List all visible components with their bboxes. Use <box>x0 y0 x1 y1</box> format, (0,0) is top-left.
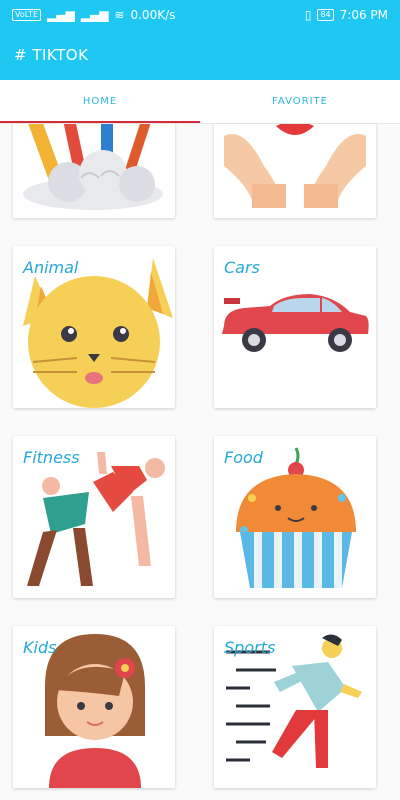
weather-rainbow-cloud-icon <box>20 124 163 210</box>
app-title: # TIKTOK <box>14 46 89 64</box>
tab-bar: HOME FAVORITE <box>0 80 400 124</box>
category-label-animal: Animal <box>23 258 79 277</box>
wifi-icon: ≋ <box>114 8 125 22</box>
tab-home[interactable]: HOME <box>0 80 200 123</box>
category-card-cars[interactable]: Cars <box>214 246 376 408</box>
category-label-food: Food <box>224 448 263 467</box>
signal-icon: ▂▄▆ <box>47 8 75 22</box>
battery-icon: 84 <box>317 9 334 21</box>
category-label-kids: Kids <box>23 638 57 657</box>
category-card-kids[interactable]: Kids <box>13 626 175 788</box>
clock: 7:06 PM <box>339 8 388 22</box>
category-card-fitness[interactable]: Fitness <box>13 436 175 598</box>
category-card-animal[interactable]: Animal <box>13 246 175 408</box>
category-card-sports[interactable]: Sports <box>214 626 376 788</box>
category-card-love[interactable] <box>214 124 376 218</box>
category-label-cars: Cars <box>224 258 260 277</box>
category-card-weather[interactable] <box>13 124 175 218</box>
category-grid: Animal Cars Fitness Food Kids Sports <box>0 124 400 800</box>
volte-badge: VoLTE <box>12 9 42 21</box>
tab-favorite[interactable]: FAVORITE <box>200 80 400 123</box>
vibrate-icon: ▯ <box>304 8 312 22</box>
status-bar: VoLTE ▂▄▆ ▂▄▆ ≋ 0.00K/s ▯ 84 7:06 PM <box>0 0 400 30</box>
network-speed: 0.00K/s <box>130 8 176 22</box>
category-label-fitness: Fitness <box>23 448 80 467</box>
heart-hands-icon <box>224 124 366 208</box>
category-label-sports: Sports <box>224 638 276 657</box>
signal-icon-2: ▂▄▆ <box>80 8 109 22</box>
app-bar: # TIKTOK <box>0 30 400 80</box>
category-card-food[interactable]: Food <box>214 436 376 598</box>
tab-indicator <box>0 121 200 123</box>
